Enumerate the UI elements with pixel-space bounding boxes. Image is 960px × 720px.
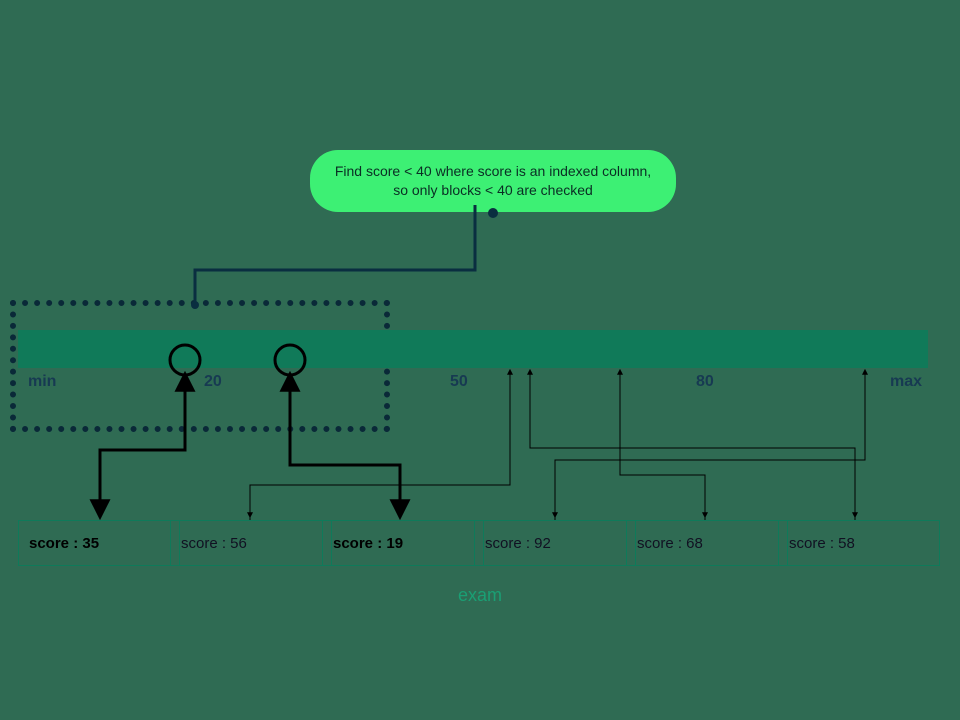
diagram-stage: { "badge_text": "Find score < 40 where s… (0, 0, 960, 720)
row-cell-3: score : 92 (474, 520, 636, 566)
index-bar (18, 330, 928, 368)
tick-20: 20 (204, 373, 222, 391)
row-cell-4: score : 68 (626, 520, 788, 566)
row-cell-0: score : 35 (18, 520, 180, 566)
row-cell-2: score : 19 (322, 520, 484, 566)
tick-50: 50 (450, 373, 468, 391)
tick-max: max (890, 373, 922, 391)
row-cell-1: score : 56 (170, 520, 332, 566)
query-description-badge: Find score < 40 where score is an indexe… (310, 150, 676, 212)
tick-min: min (28, 373, 56, 391)
tick-80: 80 (696, 373, 714, 391)
query-description-text: Find score < 40 where score is an indexe… (335, 163, 651, 198)
row-cell-5: score : 58 (778, 520, 940, 566)
table-caption: exam (0, 585, 960, 606)
badge-stem-icon (488, 208, 498, 218)
